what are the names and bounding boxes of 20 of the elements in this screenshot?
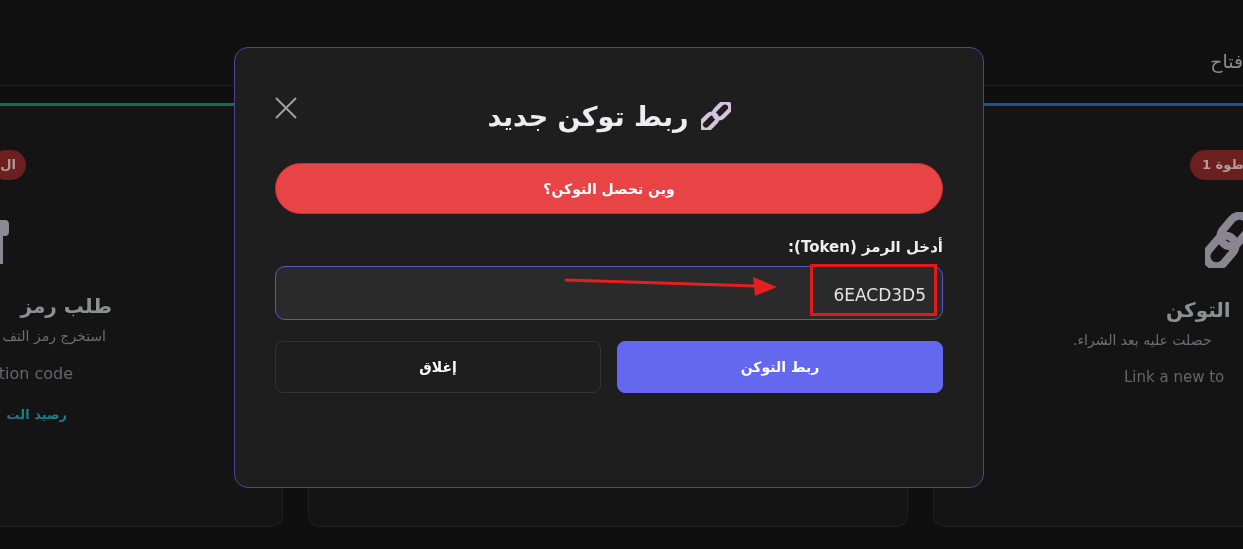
card-description: حصلت عليه بعد الشراء. xyxy=(1073,332,1212,348)
token-field[interactable]: 6EACD3D5 xyxy=(275,266,943,320)
balance-link[interactable]: رصيد الت xyxy=(6,407,67,422)
card-description: استخرج رمز التف xyxy=(2,328,106,344)
step-badge: ال xyxy=(0,150,26,180)
card-subtitle: tion code xyxy=(0,364,73,383)
token-label: أدخل الرمز (Token): xyxy=(788,238,943,256)
card-subtitle: Link a new to xyxy=(1124,368,1225,386)
help-button[interactable]: وين تحصل التوكن؟ xyxy=(275,163,943,214)
tab-label[interactable]: فتاح xyxy=(1210,49,1243,72)
card-title: طلب رمز xyxy=(20,294,112,318)
modal-title: ربط توكن جديد xyxy=(487,100,689,132)
close-button[interactable]: إغلاق xyxy=(275,341,601,393)
chain-icon xyxy=(700,102,731,130)
card-title: التوكن xyxy=(1166,298,1231,322)
link-button[interactable]: ربط التوكن xyxy=(617,341,943,393)
chain-icon xyxy=(1205,212,1243,268)
step-badge: طوة 1 xyxy=(1190,150,1243,180)
key-icon xyxy=(0,220,9,264)
close-icon[interactable] xyxy=(275,97,297,119)
